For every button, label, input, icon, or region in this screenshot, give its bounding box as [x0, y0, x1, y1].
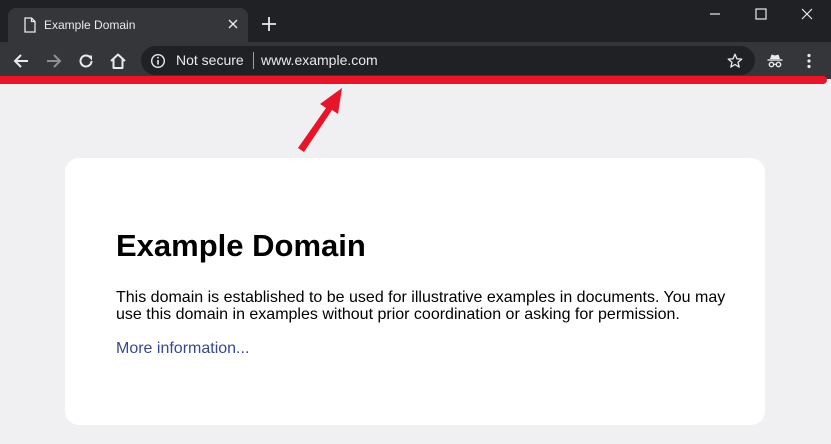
address-bar-highlight: [0, 76, 827, 84]
reload-icon: [79, 54, 93, 68]
close-icon: [801, 8, 813, 20]
info-icon[interactable]: [150, 53, 166, 69]
minimize-button[interactable]: [692, 0, 738, 30]
arrow-right-icon: [47, 54, 62, 68]
tab-title: Example Domain: [44, 18, 136, 32]
more-vert-icon: [807, 53, 811, 69]
back-button[interactable]: [8, 48, 34, 74]
page-heading: Example Domain: [116, 228, 366, 263]
browser-toolbar: Not secure www.example.com: [0, 42, 831, 79]
close-icon[interactable]: [226, 17, 240, 31]
tab-strip: Example Domain: [0, 0, 831, 42]
reload-button[interactable]: [73, 48, 99, 74]
window-close-button[interactable]: [784, 0, 830, 30]
tab-example-domain[interactable]: Example Domain: [8, 8, 248, 42]
page-icon: [24, 17, 36, 33]
maximize-icon: [755, 8, 767, 20]
more-information-link[interactable]: More information...: [116, 340, 249, 358]
browser-window: Example Domain Not secure www.example.co…: [0, 0, 831, 444]
url-text[interactable]: www.example.com: [261, 52, 378, 68]
home-button[interactable]: [105, 48, 131, 74]
incognito-icon: [767, 54, 783, 68]
minimize-icon: [710, 13, 720, 15]
page-content-card: Example Domain This domain is establishe…: [65, 158, 765, 425]
omnibox-divider: [253, 52, 254, 69]
page-paragraph: This domain is established to be used fo…: [116, 289, 726, 323]
maximize-button[interactable]: [738, 0, 784, 30]
security-label[interactable]: Not secure: [176, 52, 244, 68]
home-icon: [110, 53, 126, 69]
new-tab-button[interactable]: [259, 14, 279, 34]
arrow-up-right-icon: [298, 88, 342, 152]
star-icon[interactable]: [726, 52, 744, 70]
incognito-button[interactable]: [762, 48, 788, 74]
forward-button[interactable]: [41, 48, 67, 74]
address-bar[interactable]: Not secure www.example.com: [141, 46, 755, 75]
arrow-left-icon: [13, 54, 28, 68]
menu-button[interactable]: [796, 48, 822, 74]
